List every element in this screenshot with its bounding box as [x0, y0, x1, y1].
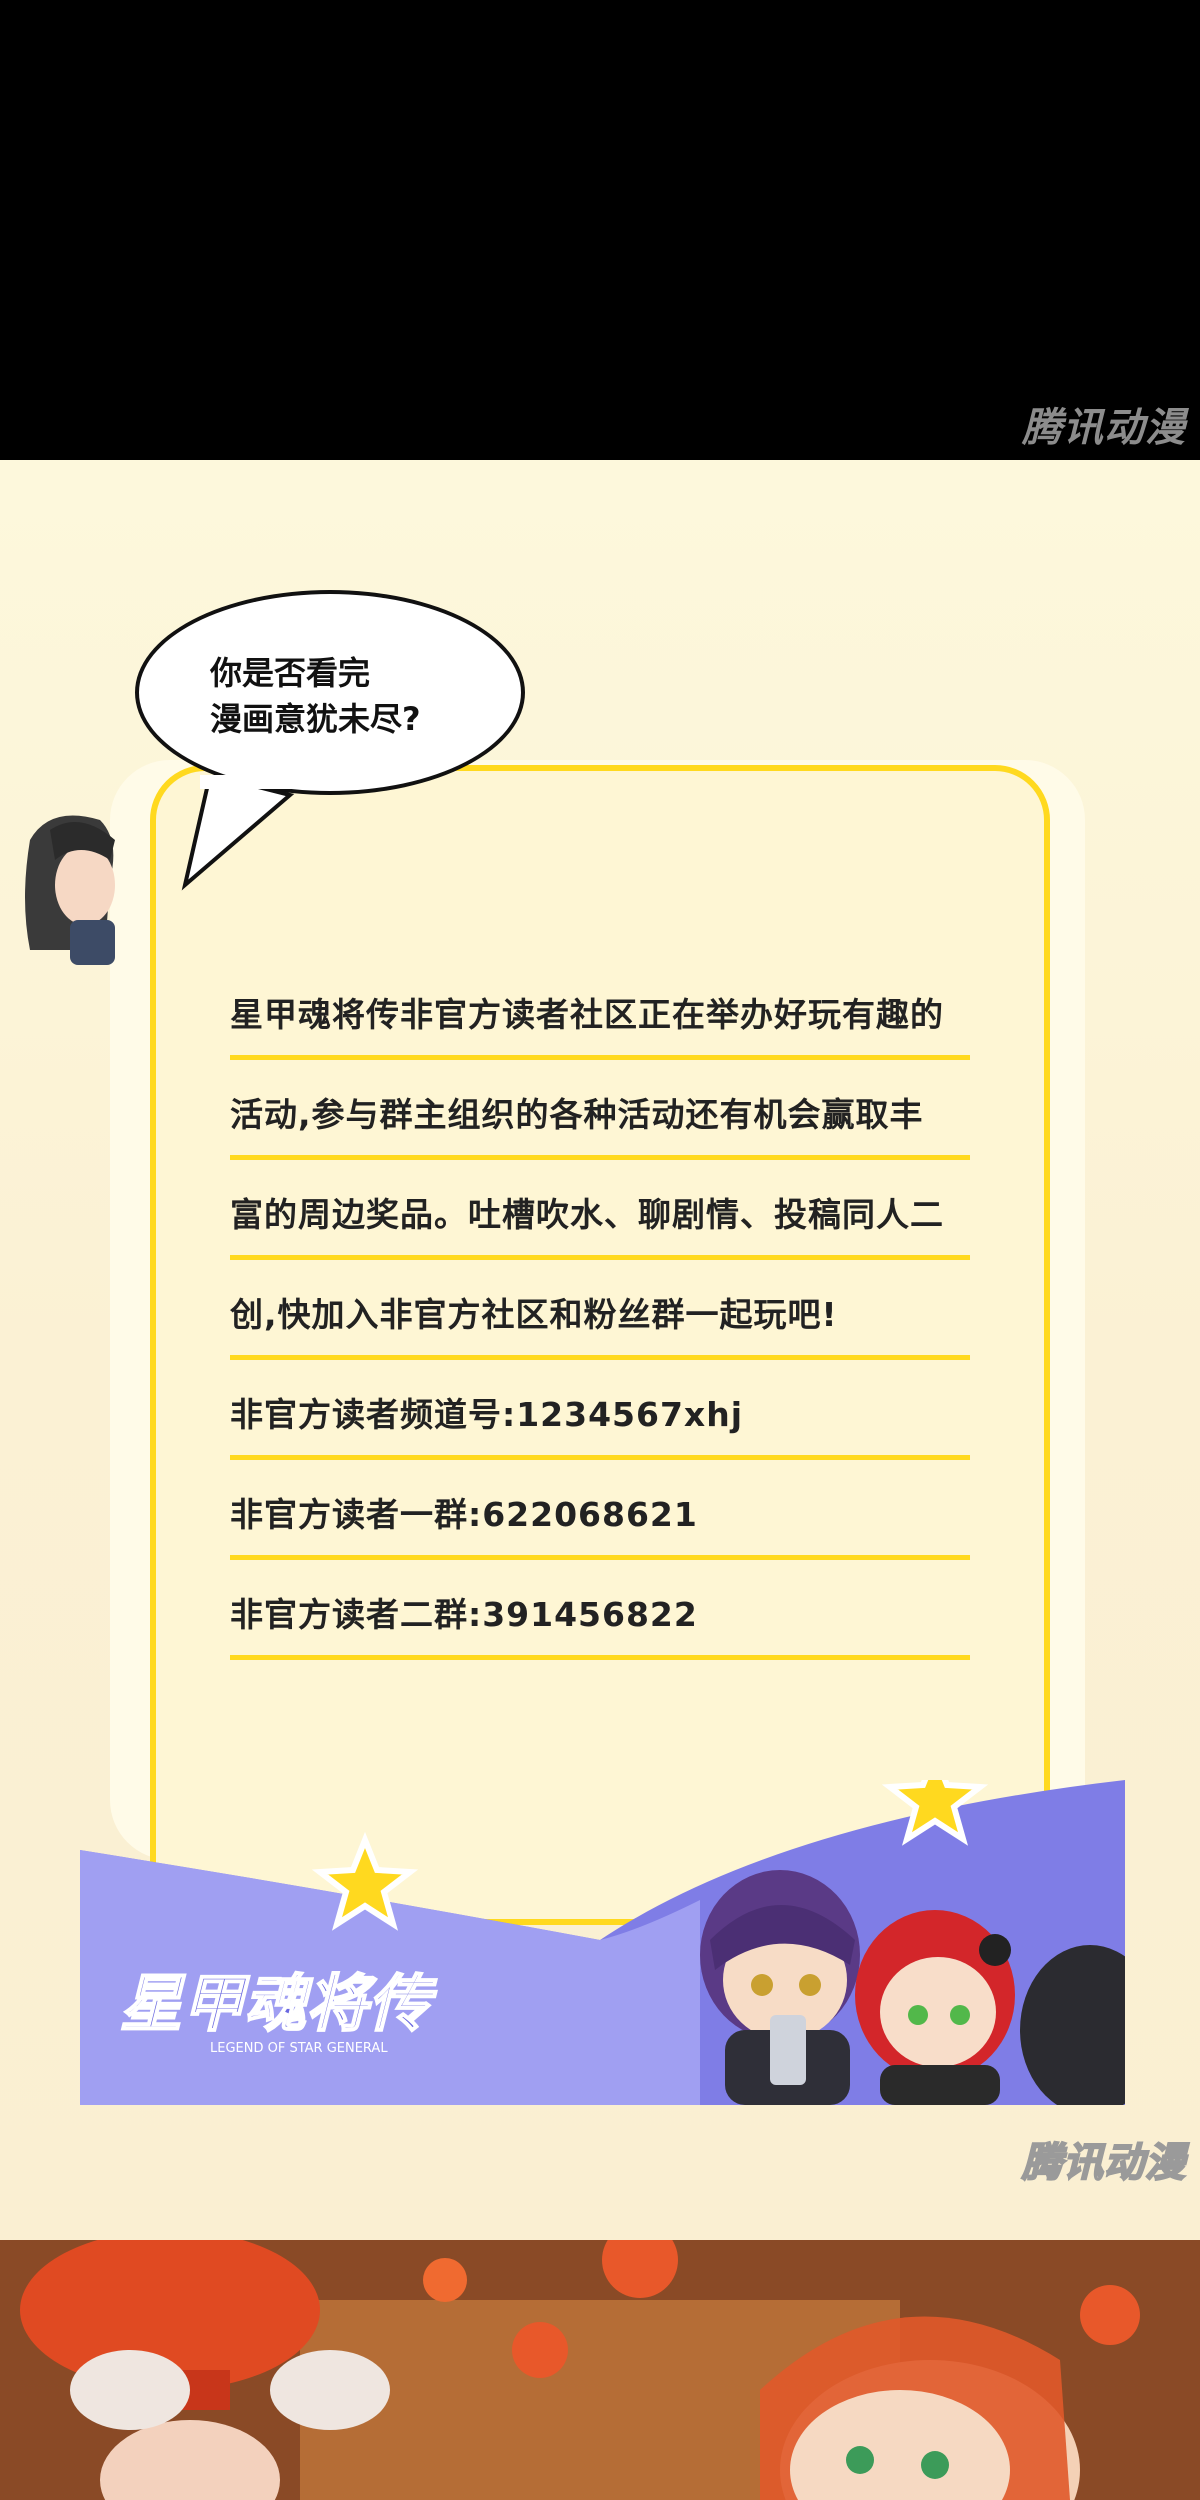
underline — [230, 1655, 970, 1660]
bubble-line-2: 漫画意犹未尽? — [210, 700, 421, 738]
festival-illustration — [0, 2240, 1200, 2500]
watermark-top: 腾讯动漫 — [1022, 405, 1186, 451]
promo-line: 星甲魂将传非官方读者社区正在举办好玩有趣的 — [230, 985, 980, 1085]
underline — [230, 1055, 970, 1060]
black-panel — [0, 0, 1200, 460]
speech-bubble-tail — [181, 775, 300, 891]
underline — [230, 1455, 970, 1460]
bubble-line-1: 你是否看完 — [210, 654, 371, 692]
underline — [230, 1155, 970, 1160]
underline — [230, 1255, 970, 1260]
lantern-icon — [423, 2258, 467, 2302]
promo-line: 活动,参与群主组织的各种活动还有机会赢取丰 — [230, 1085, 980, 1185]
speech-bubble-text: 你是否看完 漫画意犹未尽? — [210, 650, 421, 742]
promo-text-block: 星甲魂将传非官方读者社区正在举办好玩有趣的 活动,参与群主组织的各种活动还有机会… — [230, 985, 980, 1685]
group-two-line: 非官方读者二群:391456822 — [230, 1585, 980, 1685]
peeking-character — [25, 815, 115, 965]
logo-subtitle: LEGEND OF STAR GENERAL — [210, 2041, 388, 2056]
promo-line: 创,快加入非官方社区和粉丝群一起玩吧! — [230, 1285, 980, 1385]
festival-scene — [0, 2240, 1200, 2500]
lantern-icon — [1080, 2285, 1140, 2345]
lantern-icon — [512, 2322, 568, 2378]
promo-line: 富的周边奖品。吐槽吹水、聊剧情、投稿同人二 — [230, 1185, 980, 1285]
logo-title: 星甲魂将传 — [120, 1967, 437, 2040]
logo-banner: 星甲魂将传 LEGEND OF STAR GENERAL — [80, 1780, 1125, 2105]
channel-id-line: 非官方读者频道号:1234567xhj — [230, 1385, 980, 1485]
group-one-line: 非官方读者一群:622068621 — [230, 1485, 980, 1585]
underline — [230, 1355, 970, 1360]
watermark-bottom: 腾讯动漫 — [1021, 2139, 1186, 2187]
underline — [230, 1555, 970, 1560]
